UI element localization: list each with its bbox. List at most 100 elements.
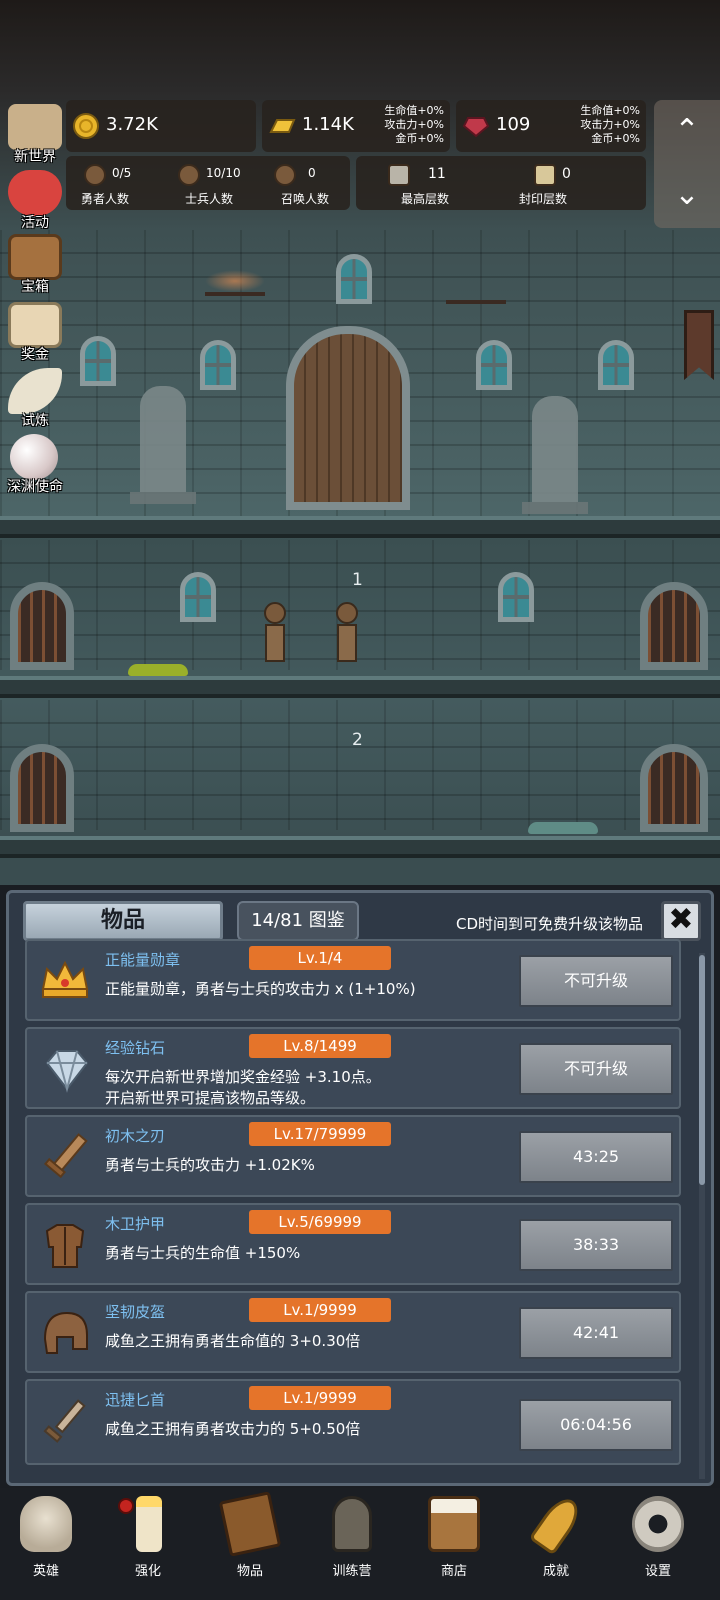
nav-label: 商店 [440, 1564, 467, 1579]
soldier-sprite[interactable] [262, 602, 288, 664]
sealed-floor-value: 0 [562, 166, 571, 182]
gold-coin-icon [73, 113, 99, 139]
soldier-count-value: 10/10 [206, 166, 241, 180]
green-slime [128, 664, 188, 676]
summon-head-icon [274, 164, 296, 186]
side-item-chest[interactable]: 宝箱 [0, 232, 68, 296]
max-floor-label: 最高层数 [400, 192, 449, 206]
atk-bonus: 攻击力+0% [384, 118, 444, 131]
item-description: 勇者与士兵的生命值 +150% [105, 1243, 300, 1264]
upgrade-timer-button[interactable]: 43:25 [519, 1131, 673, 1183]
soldier-count-label: 士兵人数 [184, 192, 233, 206]
hp-bonus: 生命值+0% [384, 104, 444, 117]
item-level: Lv.8/1499 [249, 1034, 391, 1058]
hero-head-icon [84, 164, 106, 186]
teal-slime [528, 822, 598, 834]
envelope-icon [8, 302, 62, 348]
gold-value: 3.72K [106, 114, 158, 135]
window [180, 572, 216, 622]
side-item-events[interactable]: 活动 [0, 168, 68, 232]
gold-bar-value: 1.14K [302, 114, 354, 135]
scroll-down-button[interactable]: ⌄ [670, 178, 704, 212]
side-item-trial[interactable]: 试炼 [0, 366, 68, 430]
collection-count[interactable]: 14/81 图鉴 [237, 901, 359, 941]
sealed-floor: 0 封印层数 [516, 156, 626, 210]
lantern-icon [332, 1496, 372, 1552]
nav-label: 成就 [542, 1564, 569, 1579]
knight-statue [130, 386, 196, 504]
hero-count-value: 0/5 [112, 166, 132, 180]
main-castle-door[interactable] [286, 326, 410, 510]
window [598, 340, 634, 390]
item-level: Lv.1/4 [249, 946, 391, 970]
side-item-bonus[interactable]: 奖金 [0, 300, 68, 364]
item-description-line: 正能量勋章，勇者与士兵的攻击力 x (1+10%) [105, 980, 416, 998]
iron-gate [640, 744, 708, 832]
hp-bonus: 生命值+0% [580, 104, 640, 117]
item-description-line: 勇者与士兵的攻击力 +1.02K% [105, 1156, 315, 1174]
side-item-new-world[interactable]: 新世界 [0, 102, 68, 166]
item-level: Lv.1/9999 [249, 1298, 391, 1322]
item-level: Lv.5/69999 [249, 1210, 391, 1234]
nav-items[interactable]: 物品 [210, 1491, 290, 1582]
floor-2-wall [0, 700, 720, 830]
nav-heroes[interactable]: 英雄 [6, 1496, 86, 1582]
floor-1-wall [0, 540, 720, 670]
upgrade-button[interactable]: 不可升级 [519, 955, 673, 1007]
nav-shop[interactable]: 商店 [414, 1496, 494, 1582]
sealed-floor-label: 封印层数 [518, 192, 567, 206]
nav-upgrade[interactable]: 强化 [108, 1496, 188, 1582]
floor-number: 2 [352, 730, 363, 750]
window [476, 340, 512, 390]
panel-hint: CD时间到可免费升级该物品 [455, 915, 643, 933]
nav-settings[interactable]: 设置 [618, 1496, 698, 1582]
pearl-icon [10, 434, 58, 480]
nav-label: 设置 [644, 1564, 671, 1579]
close-icon[interactable]: ✖ [661, 901, 701, 941]
nav-training-camp[interactable]: 训练营 [312, 1496, 392, 1582]
gold-bar-icon [269, 119, 296, 133]
item-description-line: 咸鱼之王拥有勇者生命值的 3+0.30倍 [105, 1332, 361, 1350]
map-icon [8, 104, 62, 150]
item-name: 初木之刃 [105, 1127, 166, 1145]
window [498, 572, 534, 622]
gem-bonus: 生命值+0% 攻击力+0% 金币+0% [580, 104, 640, 146]
scrollbar-thumb[interactable] [699, 955, 705, 1185]
item-description: 勇者与士兵的攻击力 +1.02K% [105, 1155, 315, 1176]
floor-counts: 11 最高层数 0 封印层数 [356, 156, 646, 210]
book-icon [218, 1491, 282, 1557]
scroll-icon [534, 164, 556, 186]
upgrade-button[interactable]: 不可升级 [519, 1043, 673, 1095]
item-description: 正能量勋章，勇者与士兵的攻击力 x (1+10%) [105, 979, 416, 1000]
side-item-label: 活动 [21, 215, 49, 231]
bottom-nav: 英雄 强化 物品 训练营 商店 成就 设置 [0, 1488, 720, 1600]
feather-icon [8, 368, 62, 414]
nav-achievements[interactable]: 成就 [516, 1492, 596, 1582]
side-item-label: 奖金 [21, 347, 49, 363]
upgrade-timer-button[interactable]: 06:04:56 [519, 1399, 673, 1451]
crown-medal-icon [41, 960, 89, 998]
gold-bar-bonus: 生命值+0% 攻击力+0% 金币+0% [384, 104, 444, 146]
item-level: Lv.1/9999 [249, 1386, 391, 1410]
wooden-door [640, 582, 708, 670]
knight-statue [522, 396, 588, 514]
item-description-line: 开启新世界可提高该物品等级。 [105, 1089, 316, 1107]
hall-floor [0, 516, 720, 538]
item-name: 经验钻石 [105, 1039, 166, 1057]
upgrade-timer-button[interactable]: 42:41 [519, 1307, 673, 1359]
soldier-sprite[interactable] [334, 602, 360, 664]
upgrade-timer-button[interactable]: 38:33 [519, 1219, 673, 1271]
atk-bonus: 攻击力+0% [580, 118, 640, 131]
ruby-icon [462, 117, 490, 138]
scroll-up-button[interactable]: ⌃ [670, 114, 704, 148]
item-row: 坚韧皮盔 Lv.1/9999 咸鱼之王拥有勇者生命值的 3+0.30倍 42:4… [25, 1291, 681, 1373]
key-icon [528, 1492, 586, 1556]
item-description-line: 咸鱼之王拥有勇者攻击力的 5+0.50倍 [105, 1420, 361, 1438]
gear-icon [632, 1496, 684, 1552]
item-row: 木卫护甲 Lv.5/69999 勇者与士兵的生命值 +150% 38:33 [25, 1203, 681, 1285]
soldier-head-icon [178, 164, 200, 186]
item-description-line: 勇者与士兵的生命值 +150% [105, 1244, 301, 1262]
side-item-abyss-mission[interactable]: 深渊使命 [0, 432, 68, 496]
chandelier [446, 278, 506, 304]
item-row: 迅捷匕首 Lv.1/9999 咸鱼之王拥有勇者攻击力的 5+0.50倍 06:0… [25, 1379, 681, 1465]
